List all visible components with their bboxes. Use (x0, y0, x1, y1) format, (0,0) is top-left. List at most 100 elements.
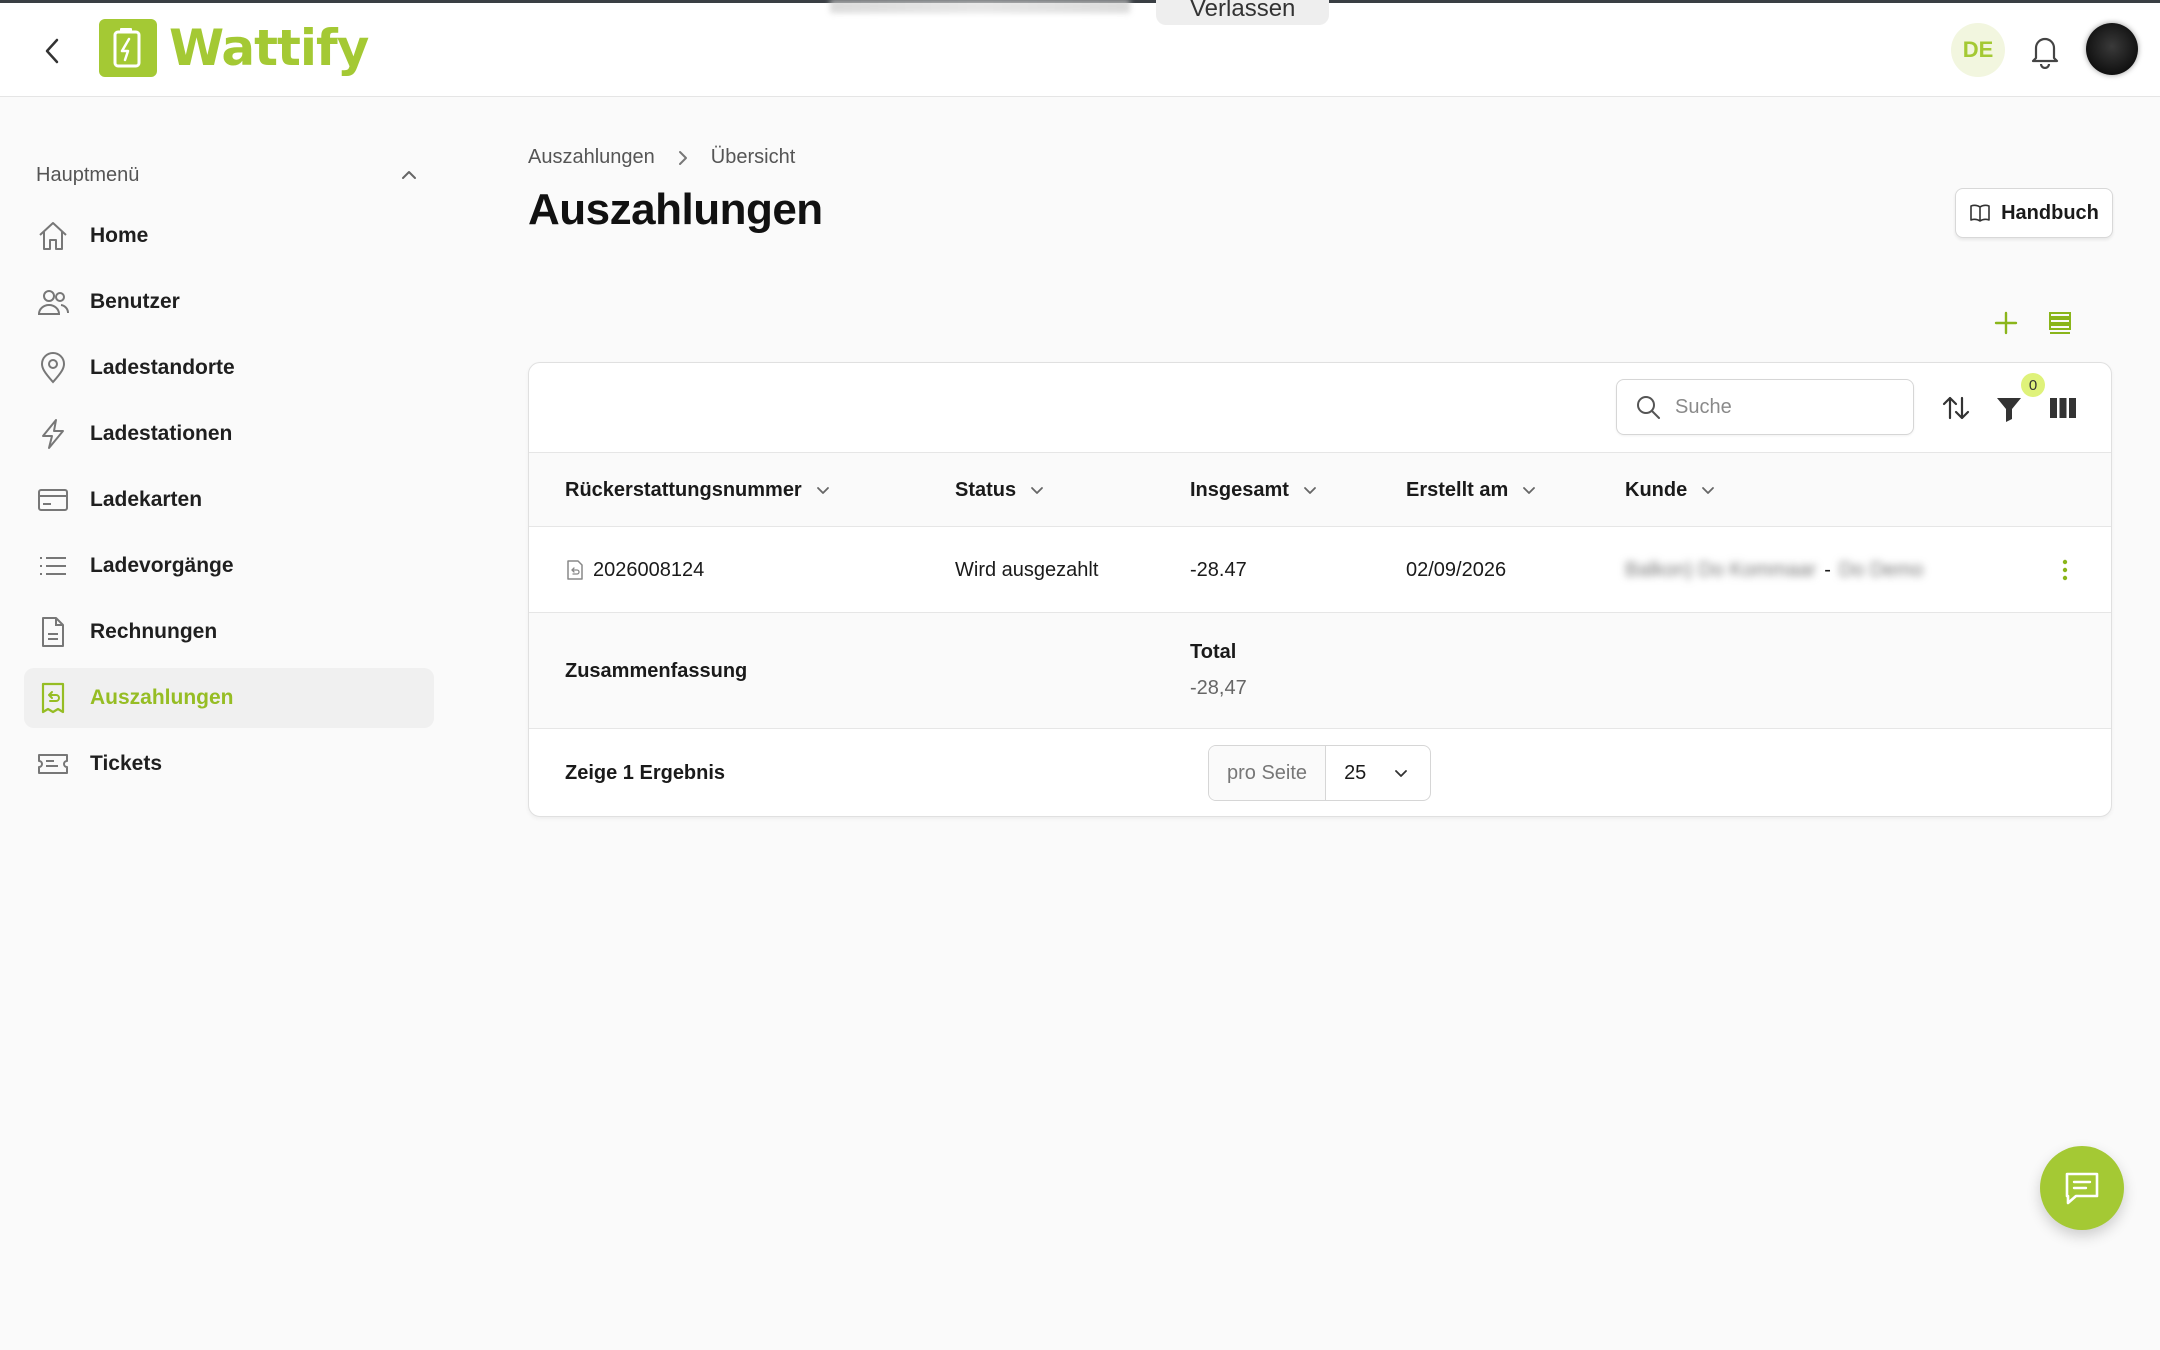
chevron-down-icon (1031, 487, 1044, 494)
customer-name: Balkon) Do Kommaar (1625, 558, 1817, 581)
refund-icon (36, 681, 70, 715)
filter-count-badge: 0 (2021, 373, 2045, 397)
column-header-total[interactable]: Insgesamt (1190, 453, 1319, 527)
sidebar: Hauptmenü Home Benutzer Ladestandorte La… (24, 150, 434, 794)
sidebar-item-cards[interactable]: Ladekarten (24, 470, 434, 530)
chevron-down-icon (816, 487, 829, 494)
column-header-label: Insgesamt (1190, 478, 1289, 501)
sidebar-item-label: Home (90, 224, 149, 247)
page-title: Auszahlungen (528, 185, 823, 234)
column-header-label: Rückerstattungsnummer (565, 478, 802, 501)
sidebar-item-stations[interactable]: Ladestationen (24, 404, 434, 464)
breadcrumb-item[interactable]: Auszahlungen (528, 146, 655, 169)
blurred-banner-text (830, 0, 1130, 13)
breadcrumb: Auszahlungen Übersicht (528, 146, 795, 169)
leave-banner-button[interactable]: Verlassen (1156, 0, 1330, 25)
sidebar-item-label: Tickets (90, 752, 162, 775)
add-button[interactable] (1990, 307, 2022, 339)
customer-organization: Do Demo (1838, 558, 1924, 581)
row-actions-button[interactable] (2050, 555, 2080, 585)
column-header-created[interactable]: Erstellt am (1406, 453, 1538, 527)
table-header: Rückerstattungsnummer Status Insgesamt E… (529, 453, 2111, 527)
summary-total-value: -28,47 (1190, 677, 1247, 699)
map-pin-icon (36, 351, 70, 385)
sidebar-item-payouts[interactable]: Auszahlungen (24, 668, 434, 728)
table-footer: Zeige 1 Ergebnis pro Seite 25 (529, 729, 2111, 816)
column-header-label: Status (955, 478, 1017, 501)
cell-number[interactable]: 2026008124 (565, 527, 704, 613)
refund-number: 2026008124 (593, 558, 705, 581)
rows-icon (2049, 312, 2071, 334)
table-summary: Zusammenfassung Total -28,47 (529, 613, 2111, 729)
sort-arrows-icon (1942, 396, 1970, 420)
result-count: Zeige 1 Ergebnis (565, 762, 726, 784)
sidebar-item-locations[interactable]: Ladestandorte (24, 338, 434, 398)
chevron-up-icon (402, 171, 416, 179)
per-page-selector[interactable]: pro Seite 25 (1208, 745, 1432, 801)
per-page-label: pro Seite (1209, 746, 1327, 800)
columns-button[interactable] (2046, 391, 2080, 425)
ticket-icon (36, 747, 70, 781)
user-avatar[interactable] (2086, 23, 2138, 75)
sidebar-item-label: Ladestationen (90, 422, 233, 445)
filter-button[interactable] (1992, 391, 2026, 425)
sidebar-item-label: Auszahlungen (90, 686, 234, 709)
search-input[interactable] (1675, 395, 1895, 419)
back-button[interactable] (34, 33, 70, 69)
sidebar-item-label: Ladekarten (90, 488, 203, 511)
main-menu-label: Hauptmenü (36, 163, 140, 186)
sidebar-item-home[interactable]: Home (24, 206, 434, 266)
document-icon (36, 615, 70, 649)
main-menu-toggle[interactable]: Hauptmenü (24, 150, 434, 200)
list-view-button[interactable] (2044, 307, 2076, 339)
chat-bubble-icon (2065, 1172, 2099, 1205)
search-field[interactable] (1616, 379, 1914, 435)
per-page-value: 25 (1344, 761, 1367, 784)
more-vertical-icon (2062, 559, 2068, 581)
chevron-right-icon (675, 148, 691, 168)
lightning-icon (36, 417, 70, 451)
sidebar-item-label: Benutzer (90, 290, 180, 313)
plus-icon (1994, 311, 2018, 335)
sidebar-item-label: Ladevorgänge (90, 554, 234, 577)
payouts-table-card: 0 Rückerstattungsnummer Status Insgesamt… (528, 362, 2112, 817)
table-toolbar: 0 (529, 363, 2111, 453)
refund-document-icon (567, 560, 583, 580)
leave-banner-label: Verlassen (1190, 0, 1296, 22)
chat-button[interactable] (2040, 1146, 2124, 1230)
filter-icon (1997, 398, 2021, 422)
search-icon (1637, 396, 1660, 419)
bell-icon (2031, 37, 2059, 70)
chevron-down-icon (1523, 487, 1536, 494)
cell-total: -28.47 (1190, 558, 1247, 581)
notifications-button[interactable] (2028, 31, 2064, 71)
column-header-customer[interactable]: Kunde (1625, 453, 1717, 527)
summary-label: Zusammenfassung (565, 659, 748, 682)
sidebar-item-sessions[interactable]: Ladevorgänge (24, 536, 434, 596)
language-switcher[interactable]: DE (1951, 23, 2005, 77)
summary-total-label: Total (1190, 641, 1237, 663)
cell-customer[interactable]: Balkon) Do Kommaar - Do Demo (1625, 527, 1923, 613)
sort-button[interactable] (1939, 391, 1973, 425)
column-header-label: Erstellt am (1406, 478, 1509, 501)
column-header-number[interactable]: Rückerstattungsnummer (565, 453, 832, 527)
manual-button[interactable]: Handbuch (1955, 188, 2113, 238)
sidebar-item-users[interactable]: Benutzer (24, 272, 434, 332)
top-bar: Verlassen Wattify DE (0, 0, 2160, 97)
list-icon (36, 549, 70, 583)
table-row[interactable]: 2026008124 Wird ausgezahlt -28.47 02/09/… (529, 527, 2111, 613)
chevron-left-icon (45, 38, 59, 64)
columns-icon (2050, 398, 2076, 418)
per-page-select[interactable]: 25 (1326, 746, 1430, 800)
column-header-label: Kunde (1625, 478, 1688, 501)
column-header-status[interactable]: Status (955, 453, 1046, 527)
app-name: Wattify (169, 19, 369, 77)
cell-status: Wird ausgezahlt (955, 558, 1099, 581)
sidebar-item-invoices[interactable]: Rechnungen (24, 602, 434, 662)
manual-button-label: Handbuch (2001, 201, 2099, 224)
sidebar-item-tickets[interactable]: Tickets (24, 734, 434, 794)
app-logo[interactable]: Wattify (99, 17, 369, 79)
sidebar-item-label: Ladestandorte (90, 356, 235, 379)
home-icon (36, 219, 70, 253)
battery-logo-icon (99, 19, 157, 77)
